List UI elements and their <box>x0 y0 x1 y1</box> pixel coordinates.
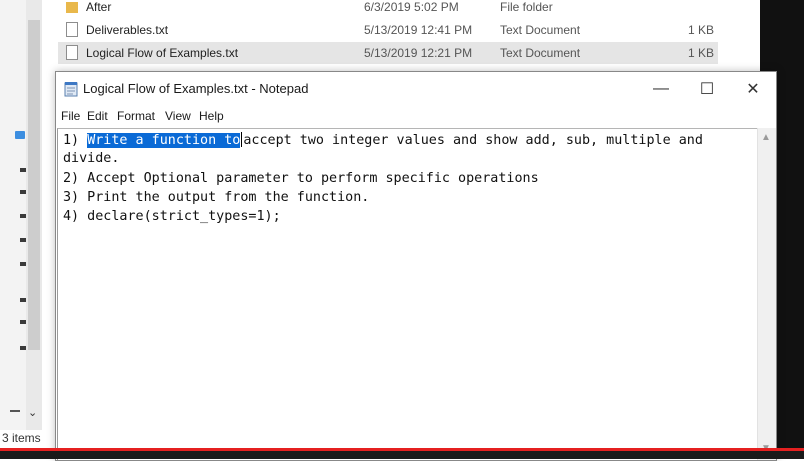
notepad-icon <box>64 82 78 97</box>
text-file-icon <box>66 45 78 60</box>
file-size: 1 KB <box>688 23 715 37</box>
file-size: 1 KB <box>688 46 715 60</box>
file-date: 6/3/2019 5:02 PM <box>364 0 459 14</box>
text-line-1: 1) Write a function to accept two integer… <box>63 132 703 148</box>
text-line-1-wrap: divide. <box>63 151 120 166</box>
menu-edit[interactable]: Edit <box>87 109 108 123</box>
menu-bar: File Edit Format View Help <box>56 105 776 127</box>
nav-item-marker <box>20 298 26 302</box>
file-row-after[interactable]: After 6/3/2019 5:02 PM File folder <box>58 0 718 18</box>
text-line-2: 2) Accept Optional parameter to perform … <box>63 171 539 186</box>
bottom-strip <box>0 451 804 459</box>
line-text: accept two integer values and show add, … <box>243 133 703 148</box>
nav-item-marker <box>20 168 26 172</box>
nav-item-marker <box>20 238 26 242</box>
file-date: 5/13/2019 12:21 PM <box>364 46 473 60</box>
file-date: 5/13/2019 12:41 PM <box>364 23 473 37</box>
file-name: Deliverables.txt <box>86 23 169 37</box>
scroll-up-icon[interactable]: ▲ <box>761 132 771 143</box>
text-file-icon <box>66 22 78 37</box>
text-line-3: 3) Print the output from the function. <box>63 190 370 205</box>
nav-item-marker <box>20 320 26 324</box>
nav-item-marker <box>20 214 26 218</box>
status-item-count: 3 items <box>2 431 41 445</box>
selected-text: Write a function to <box>87 133 241 148</box>
chevron-down-icon[interactable]: ⌄ <box>28 406 37 419</box>
file-row-deliverables[interactable]: Deliverables.txt 5/13/2019 12:41 PM Text… <box>58 19 718 41</box>
nav-dash <box>10 410 20 412</box>
file-name: After <box>86 0 112 14</box>
minimize-button[interactable]: — <box>638 72 684 105</box>
menu-format[interactable]: Format <box>117 109 155 123</box>
close-button[interactable]: ✕ <box>730 72 776 105</box>
notepad-window: Logical Flow of Examples.txt - Notepad —… <box>55 71 777 461</box>
nav-item-marker <box>20 346 26 350</box>
file-name: Logical Flow of Examples.txt <box>86 46 239 60</box>
file-row-logical-flow[interactable]: Logical Flow of Examples.txt 5/13/2019 1… <box>58 42 718 64</box>
line-prefix: 1) <box>63 133 88 148</box>
menu-file[interactable]: File <box>61 109 80 123</box>
file-type: Text Document <box>500 46 581 60</box>
text-line-4: 4) declare(strict_types=1); <box>63 209 281 224</box>
menu-view[interactable]: View <box>165 109 191 123</box>
text-editor-area[interactable]: 1) Write a function to accept two integer… <box>57 128 757 460</box>
nav-item-marker <box>20 190 26 194</box>
this-pc-icon[interactable] <box>15 131 25 139</box>
file-type: Text Document <box>500 23 581 37</box>
file-type: File folder <box>500 0 553 14</box>
navigation-scrollbar-thumb[interactable] <box>28 20 40 350</box>
title-bar[interactable]: Logical Flow of Examples.txt - Notepad —… <box>56 72 776 105</box>
folder-icon <box>66 2 78 13</box>
vertical-scrollbar[interactable]: ▲ ▼ <box>757 128 776 460</box>
window-title: Logical Flow of Examples.txt - Notepad <box>83 81 309 96</box>
menu-help[interactable]: Help <box>199 109 224 123</box>
nav-item-marker <box>20 262 26 266</box>
maximize-button[interactable]: ☐ <box>684 72 730 105</box>
